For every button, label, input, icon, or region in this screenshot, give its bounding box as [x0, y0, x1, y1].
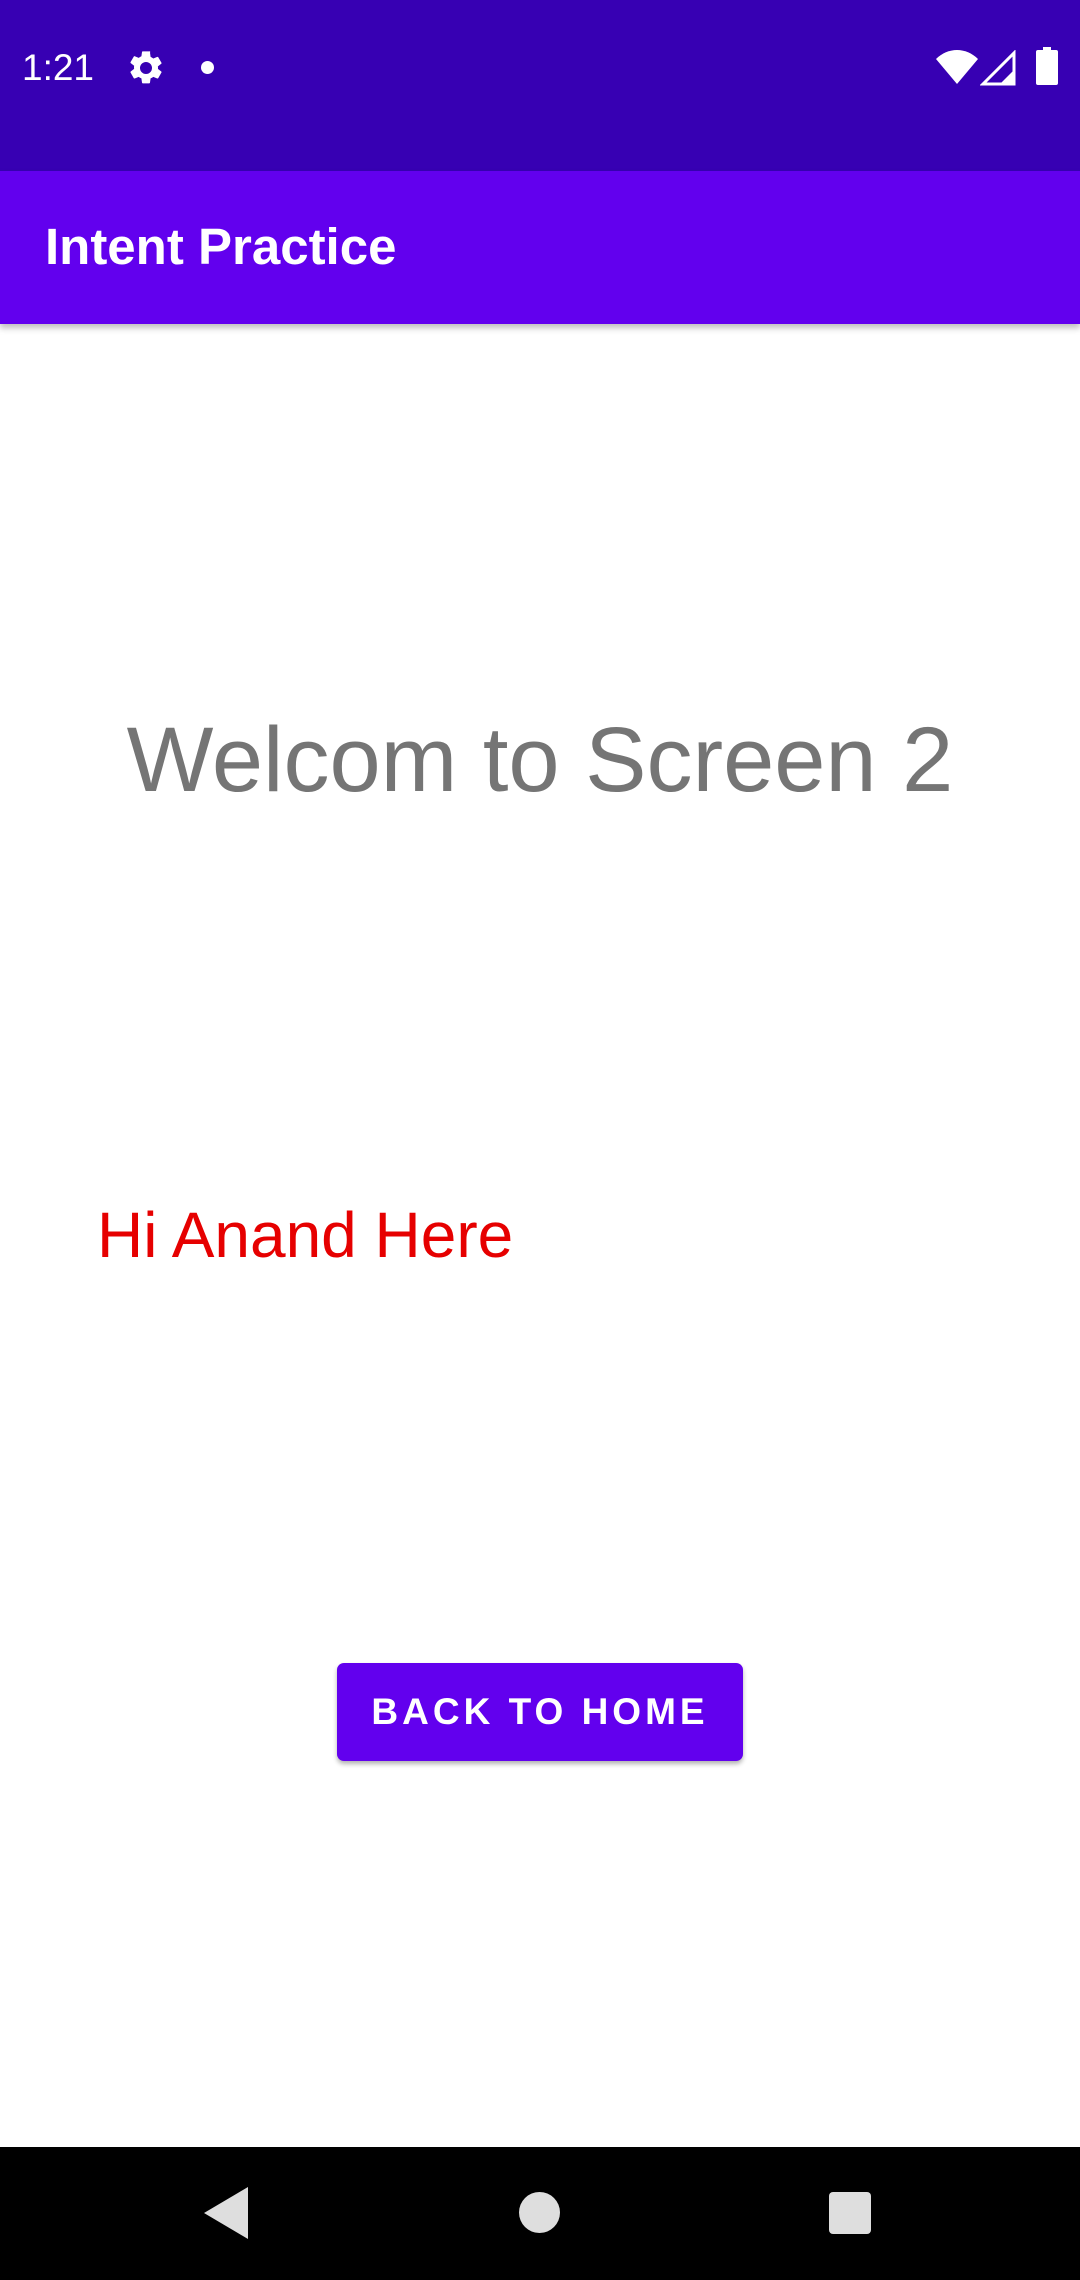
- status-bar: 1:21: [0, 0, 1080, 171]
- wifi-icon: [936, 50, 978, 84]
- greeting-text: Hi Anand Here: [97, 1199, 514, 1271]
- app-bar: Intent Practice: [0, 171, 1080, 324]
- status-time: 1:21: [22, 47, 95, 88]
- back-icon[interactable]: [204, 2187, 248, 2239]
- navigation-bar: [0, 2147, 1080, 2280]
- cell-signal-icon: [980, 50, 1016, 86]
- notification-dot-icon: [201, 61, 214, 74]
- back-to-home-button[interactable]: BACK TO HOME: [337, 1663, 743, 1761]
- gear-icon: [130, 51, 162, 84]
- app-title: Intent Practice: [45, 218, 397, 275]
- home-icon[interactable]: [519, 2192, 560, 2233]
- welcome-text: Welcom to Screen 2: [126, 709, 954, 811]
- battery-icon: [1036, 47, 1058, 85]
- recents-icon[interactable]: [829, 2192, 871, 2234]
